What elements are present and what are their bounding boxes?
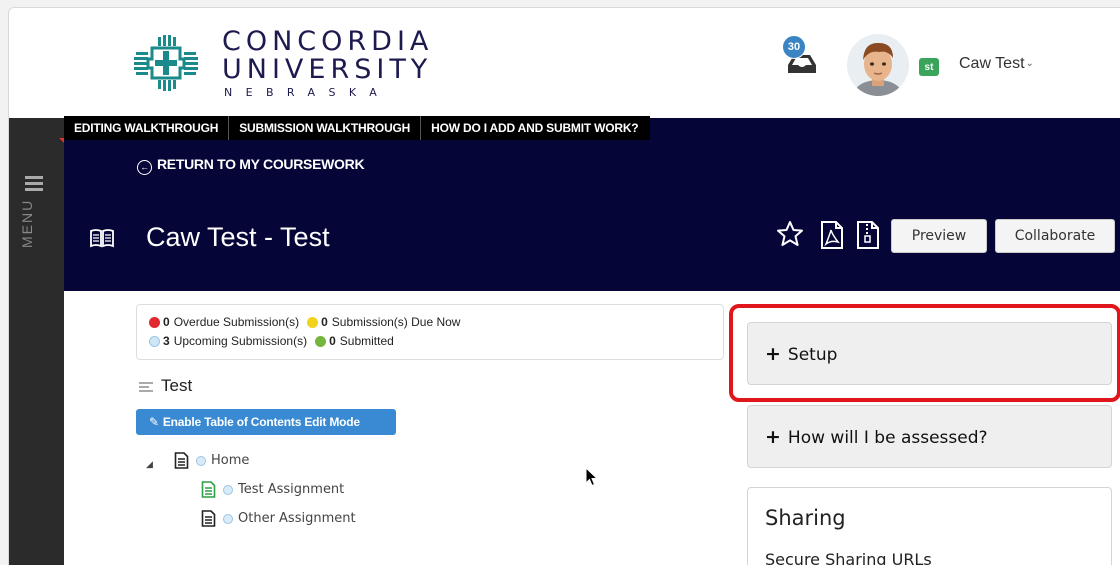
overdue-count: 0 [163, 315, 170, 329]
walkthrough-tabs: EDITING WALKTHROUGH SUBMISSION WALKTHROU… [64, 116, 651, 140]
university-logo[interactable]: CONCORDIA UNIVERSITY NEBRASKA [134, 28, 433, 98]
inbox-notifications[interactable]: 30 [782, 35, 822, 75]
enable-toc-edit-button[interactable]: ✎ Enable Table of Contents Edit Mode [136, 409, 396, 435]
logo-wordmark: CONCORDIA UNIVERSITY NEBRASKA [222, 28, 433, 98]
tree-item-label: Home [211, 453, 250, 468]
submitted-count: 0 [329, 334, 336, 348]
status-circle-icon [196, 455, 206, 466]
upcoming-count: 3 [163, 334, 170, 348]
page-icon [201, 510, 216, 527]
submitted-label: Submitted [339, 334, 394, 348]
overdue-dot-icon [149, 316, 160, 328]
user-initials-badge: st [919, 58, 939, 76]
assignment-page-icon [201, 481, 216, 498]
secure-sharing-urls[interactable]: Secure Sharing URLs [765, 550, 932, 565]
open-book-icon [90, 229, 114, 248]
toc-title: Test [161, 376, 193, 395]
tree-item-home[interactable]: Home [174, 452, 249, 469]
chevron-down-icon: ⌄ [1025, 58, 1034, 69]
hamburger-icon[interactable] [25, 176, 43, 194]
due-now-label: Submission(s) Due Now [331, 315, 461, 329]
submission-status-box: 0 Overdue Submission(s) 0 Submission(s) … [136, 304, 724, 360]
course-banner [64, 118, 1120, 291]
toc-lines-icon [139, 382, 153, 394]
concordia-cross-logo-icon [134, 35, 198, 91]
due-now-count: 0 [321, 315, 328, 329]
status-row-1: 0 Overdue Submission(s) 0 Submission(s) … [149, 315, 460, 329]
app-frame: CONCORDIA UNIVERSITY NEBRASKA 30 st Caw … [8, 7, 1120, 565]
user-avatar[interactable] [847, 34, 909, 96]
notification-count-badge: 30 [782, 35, 806, 59]
user-name-label: Caw Test [959, 55, 1025, 72]
tab-submission-walkthrough[interactable]: SUBMISSION WALKTHROUGH [229, 116, 422, 140]
submitted-dot-icon [315, 335, 327, 347]
upcoming-label: Upcoming Submission(s) [173, 334, 308, 348]
logo-line-2: UNIVERSITY [222, 54, 433, 85]
status-circle-icon [223, 513, 233, 524]
assessment-panel[interactable]: + How will I be assessed? [747, 405, 1112, 468]
course-title: Caw Test - Test [146, 222, 330, 252]
collaborate-button[interactable]: Collaborate [995, 219, 1115, 253]
avatar-face-icon [847, 34, 909, 96]
return-to-coursework-link[interactable]: ← RETURN TO MY COURSEWORK [137, 156, 365, 175]
user-menu[interactable]: Caw Test⌄ [959, 55, 1034, 73]
status-circle-icon [223, 484, 233, 495]
top-bar: CONCORDIA UNIVERSITY NEBRASKA 30 st Caw … [9, 8, 1120, 118]
pencil-icon: ✎ [149, 415, 159, 429]
overdue-label: Overdue Submission(s) [173, 315, 300, 329]
highlight-annotation [729, 304, 1120, 402]
due-now-dot-icon [307, 316, 319, 328]
enable-toc-edit-label: Enable Table of Contents Edit Mode [162, 415, 360, 429]
tree-item-other-assignment[interactable]: Other Assignment [201, 510, 356, 527]
tab-how-to-add-submit[interactable]: HOW DO I ADD AND SUBMIT WORK? [421, 116, 650, 140]
collapse-caret-icon[interactable]: ◢ [146, 459, 153, 470]
page-icon [174, 452, 189, 469]
menu-label: MENU [19, 198, 35, 248]
zip-download-icon[interactable] [855, 220, 881, 250]
preview-button[interactable]: Preview [891, 219, 987, 253]
tree-item-label: Test Assignment [238, 482, 345, 497]
tab-editing-walkthrough[interactable]: EDITING WALKTHROUGH [64, 116, 230, 140]
tree-item-test-assignment[interactable]: Test Assignment [201, 481, 344, 498]
return-label: RETURN TO MY COURSEWORK [157, 156, 365, 172]
upcoming-dot-icon [149, 335, 160, 347]
assessment-panel-header: + How will I be assessed? [765, 426, 988, 448]
logo-line-3: NEBRASKA [224, 86, 391, 99]
mouse-cursor-icon [585, 467, 599, 487]
plus-icon: + [765, 426, 781, 448]
star-favorite-icon[interactable] [776, 220, 804, 248]
logo-line-1: CONCORDIA [222, 26, 434, 57]
status-row-2: 3 Upcoming Submission(s) 0 Submitted [149, 334, 394, 348]
side-menu[interactable]: MENU [9, 118, 65, 565]
pdf-export-icon[interactable] [819, 220, 845, 250]
assessed-label: How will I be assessed? [787, 428, 988, 448]
tree-item-label: Other Assignment [238, 511, 356, 526]
sharing-panel: Sharing Secure Sharing URLs [747, 487, 1112, 565]
back-arrow-circle-icon: ← [137, 160, 152, 175]
sharing-title: Sharing [765, 506, 846, 530]
